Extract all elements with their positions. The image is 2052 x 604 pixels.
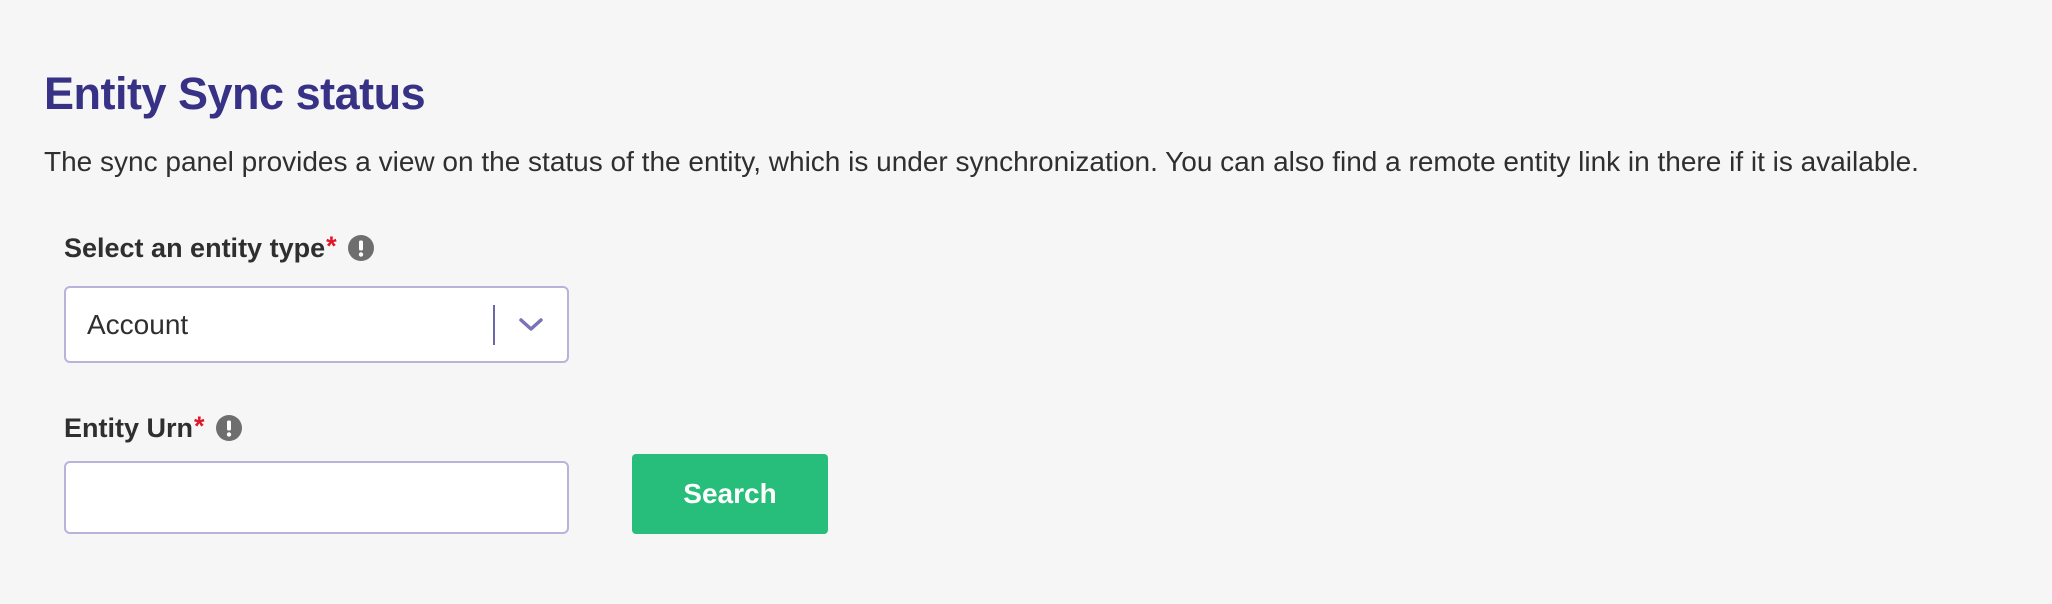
exclamation-circle-icon[interactable] — [215, 414, 243, 442]
page-description: The sync panel provides a view on the st… — [44, 146, 1919, 177]
search-button[interactable]: Search — [632, 454, 828, 534]
required-asterisk: * — [326, 230, 337, 261]
exclamation-circle-icon[interactable] — [347, 234, 375, 262]
chevron-down-icon[interactable] — [495, 288, 567, 361]
entity-urn-input[interactable] — [64, 461, 569, 534]
required-asterisk: * — [194, 410, 205, 441]
entity-type-selected-value: Account — [87, 308, 189, 340]
entity-type-label-text: Select an entity type — [64, 232, 326, 263]
entity-type-select[interactable]: Account — [64, 286, 569, 363]
page-title: Entity Sync status — [44, 68, 426, 119]
entity-sync-page: Entity Sync status The sync panel provid… — [0, 0, 2052, 604]
entity-type-label: Select an entity type * — [64, 230, 375, 266]
entity-urn-label: Entity Urn * — [64, 410, 243, 446]
entity-urn-label-text: Entity Urn — [64, 412, 194, 443]
